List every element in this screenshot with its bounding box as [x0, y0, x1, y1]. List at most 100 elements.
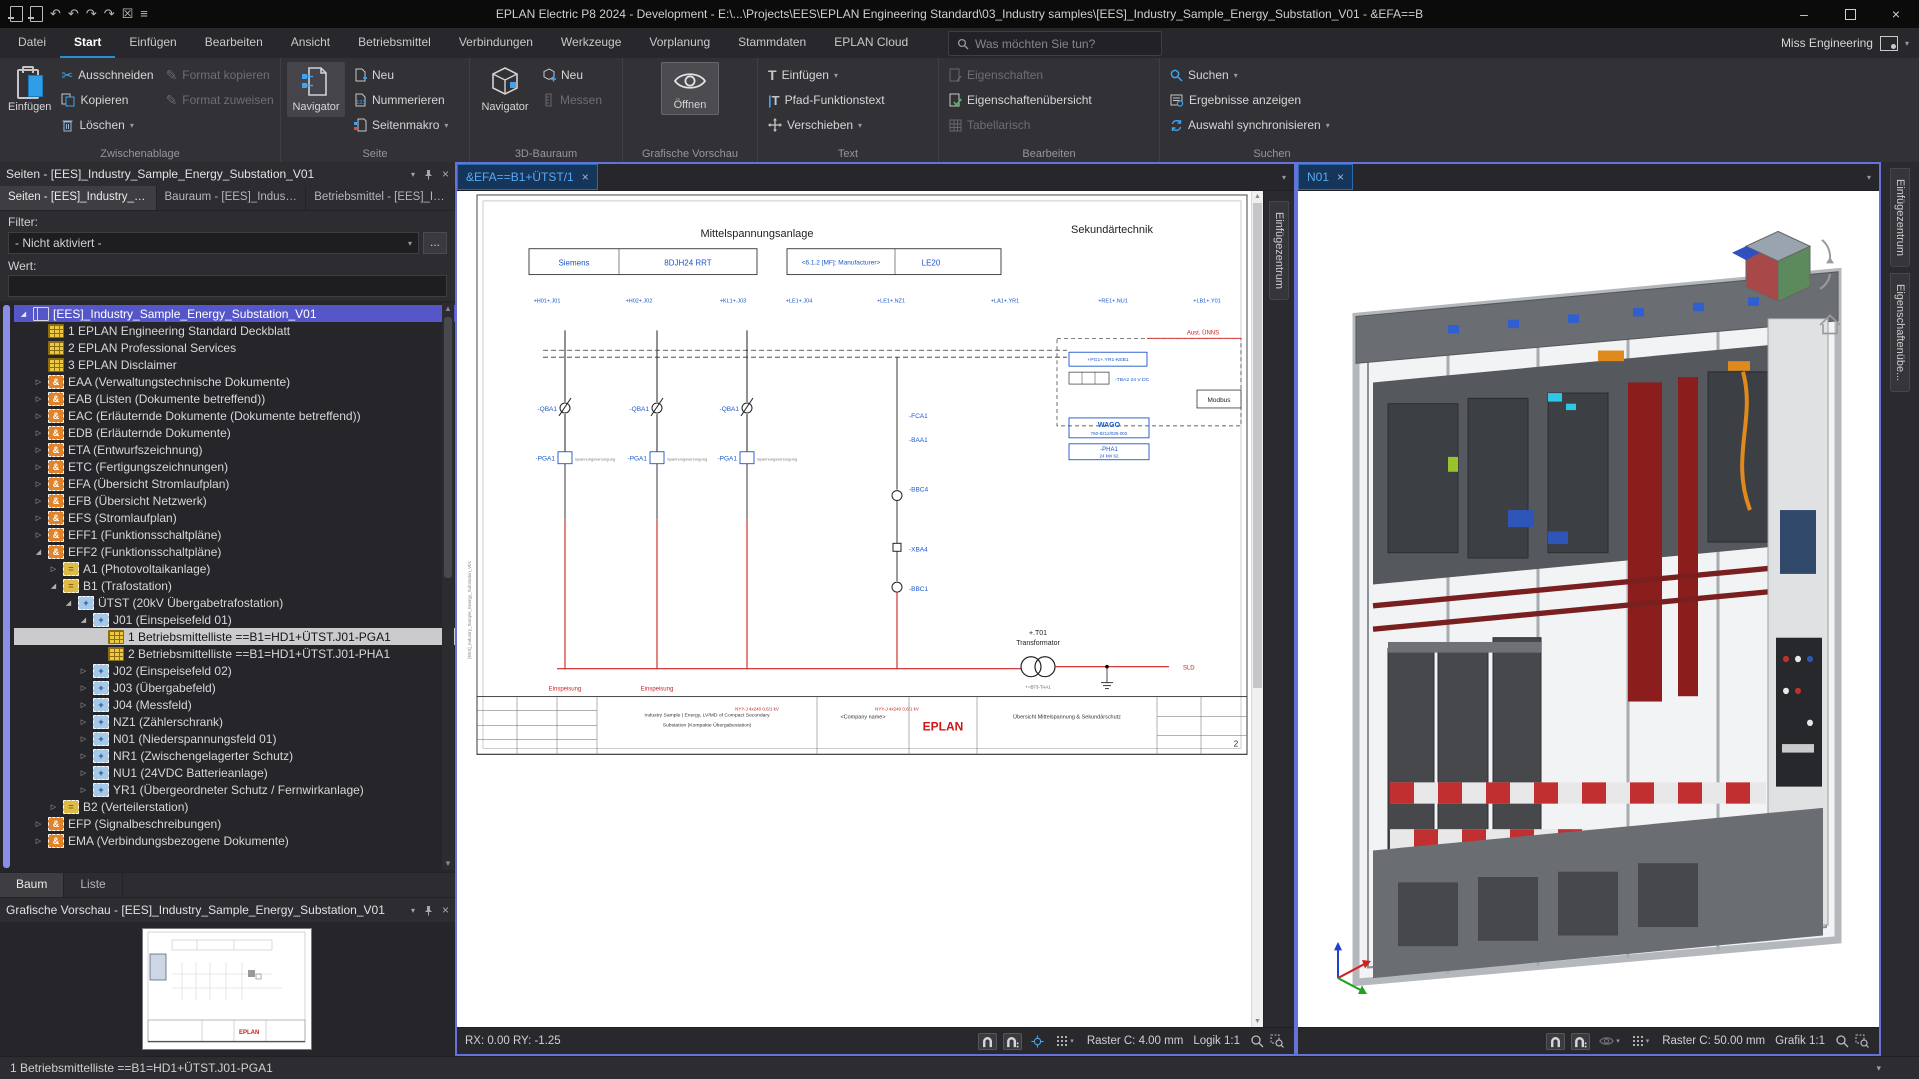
expand-arrow-icon[interactable]: ▷	[78, 752, 89, 760]
expand-arrow-icon[interactable]: ▷	[78, 735, 89, 743]
layout-space-new-button[interactable]: Neu	[538, 64, 606, 86]
properties-button[interactable]: Eigenschaften	[945, 64, 1096, 86]
ribbon-tab-verbindungen[interactable]: Verbindungen	[445, 28, 547, 58]
tab-list-chevron-icon[interactable]: ▾	[1274, 173, 1294, 182]
scroll-up-icon[interactable]: ▲	[442, 303, 454, 315]
expand-arrow-icon[interactable]: ◢	[78, 616, 89, 624]
tree-item[interactable]: ▷&EAC (Erläuternde Dokumente (Dokumente …	[14, 407, 455, 424]
tree-item[interactable]: ▷&ETC (Fertigungszeichnungen)	[14, 458, 455, 475]
expand-arrow-icon[interactable]: ▷	[48, 565, 59, 573]
expand-arrow-icon[interactable]: ▷	[78, 786, 89, 794]
panel-menu-icon[interactable]: ▾	[411, 170, 415, 179]
tree-item[interactable]: ▷+J04 (Messfeld)	[14, 696, 455, 713]
tree-item[interactable]: ▷&EFS (Stromlaufplan)	[14, 509, 455, 526]
tree-item[interactable]: ▷=A1 (Photovoltaikanlage)	[14, 560, 455, 577]
tree-item[interactable]: ◢=B1 (Trafostation)	[14, 577, 455, 594]
object-snap-button[interactable]	[1571, 1033, 1590, 1050]
panel-menu-icon[interactable]: ▾	[411, 906, 415, 915]
ribbon-tab-start[interactable]: Start	[60, 28, 115, 58]
close-project-icon[interactable]: ☒	[122, 6, 134, 22]
undo-icon[interactable]: ↶	[50, 6, 61, 22]
tree-item[interactable]: ▷&EFP (Signalbeschreibungen)	[14, 815, 455, 832]
expand-arrow-icon[interactable]: ▷	[33, 378, 44, 386]
expand-arrow-icon[interactable]: ▷	[33, 531, 44, 539]
search-box[interactable]: Was möchten Sie tun?	[948, 31, 1162, 56]
statusbar-chevron-icon[interactable]: ▾	[1876, 1063, 1881, 1074]
tab-close-icon[interactable]: ×	[1337, 170, 1344, 184]
tree-item[interactable]: ▷+NU1 (24VDC Batterieanlage)	[14, 764, 455, 781]
ribbon-tab-vorplanung[interactable]: Vorplanung	[635, 28, 724, 58]
tree-item[interactable]: ▷&EAB (Listen (Dokumente betreffend))	[14, 390, 455, 407]
page-number-button[interactable]: 123 Nummerieren	[349, 89, 452, 111]
tree-item[interactable]: ▷&EFB (Übersicht Netzwerk)	[14, 492, 455, 509]
properties-edge-tab[interactable]: Eigenschaftenübe...	[1890, 273, 1910, 392]
expand-arrow-icon[interactable]: ▷	[33, 446, 44, 454]
insert-center-edge-tab[interactable]: Einfügezentrum	[1890, 168, 1910, 267]
tree-item[interactable]: ▷&EFA (Übersicht Stromlaufplan)	[14, 475, 455, 492]
tree-item[interactable]: ◢+J01 (Einspeisefeld 01)	[14, 611, 455, 628]
expand-arrow-icon[interactable]: ▷	[33, 837, 44, 845]
expand-arrow-icon[interactable]: ◢	[18, 310, 29, 318]
pages-panel-header[interactable]: Seiten - [EES]_Industry_Sample_Energy_Su…	[0, 162, 455, 186]
delete-button[interactable]: Löschen ▾	[57, 114, 157, 136]
ribbon-tab-ansicht[interactable]: Ansicht	[277, 28, 344, 58]
new-page-icon[interactable]	[10, 6, 23, 22]
expand-arrow-icon[interactable]: ▷	[78, 684, 89, 692]
tree-focus-scrollbar[interactable]	[3, 305, 10, 868]
tab-list-chevron-icon[interactable]: ▾	[1859, 173, 1879, 182]
preview-panel-header[interactable]: Grafische Vorschau - [EES]_Industry_Samp…	[0, 897, 455, 922]
redo-icon[interactable]: ↷	[86, 6, 97, 22]
canvas-vertical-scrollbar[interactable]: ▲ ▼	[1251, 191, 1263, 1027]
zoom-window-icon[interactable]	[1855, 1034, 1869, 1048]
expand-arrow-icon[interactable]: ▷	[33, 480, 44, 488]
tabular-button[interactable]: Tabellarisch	[945, 114, 1096, 136]
expand-arrow-icon[interactable]: ▷	[78, 667, 89, 675]
grid-button[interactable]: ▾	[1629, 1033, 1653, 1049]
tree-item[interactable]: 1 Betriebsmittelliste ==B1=HD1+ÜTST.J01-…	[14, 628, 455, 645]
visibility-button[interactable]: ▾	[1596, 1033, 1623, 1049]
expand-arrow-icon[interactable]: ◢	[63, 599, 74, 607]
snap-button[interactable]	[1546, 1033, 1565, 1050]
navigator-tab[interactable]: Betriebsmittel - [EES]_Ind...	[306, 186, 455, 210]
grid-button[interactable]: ▾	[1053, 1033, 1077, 1049]
tree-item[interactable]: ▷+NR1 (Zwischengelagerter Schutz)	[14, 747, 455, 764]
navigator-tab[interactable]: Seiten - [EES]_Industry_Sa...	[0, 186, 157, 210]
user-menu[interactable]: Miss Engineering ▾	[1781, 28, 1909, 58]
tree-item[interactable]: 2 EPLAN Professional Services	[14, 339, 455, 356]
properties-overview-button[interactable]: Eigenschaftenübersicht	[945, 89, 1096, 111]
tree-item[interactable]: ▷&EDB (Erläuternde Dokumente)	[14, 424, 455, 441]
expand-arrow-icon[interactable]: ▷	[78, 769, 89, 777]
measure-button[interactable]: Messen	[538, 89, 606, 111]
ribbon-tab-eplan-cloud[interactable]: EPLAN Cloud	[820, 28, 922, 58]
format-copy-button[interactable]: ✎ Format kopieren	[162, 64, 278, 86]
ribbon-tab-bearbeiten[interactable]: Bearbeiten	[191, 28, 277, 58]
tree-item[interactable]: ▷&ETA (Entwurfszeichnung)	[14, 441, 455, 458]
cut-button[interactable]: ✂ Ausschneiden	[57, 64, 157, 86]
tree-item[interactable]: ▷=B2 (Verteilerstation)	[14, 798, 455, 815]
expand-arrow-icon[interactable]: ▷	[33, 412, 44, 420]
search-button[interactable]: Suchen ▾	[1166, 64, 1334, 86]
pin-icon[interactable]	[423, 169, 434, 180]
object-snap-button[interactable]	[1003, 1033, 1022, 1050]
expand-arrow-icon[interactable]: ▷	[33, 497, 44, 505]
text-insert-button[interactable]: T Einfügen ▾	[764, 64, 889, 86]
tree-item[interactable]: 1 EPLAN Engineering Standard Deckblatt	[14, 322, 455, 339]
tree-item[interactable]: ▷+YR1 (Übergeordneter Schutz / Fernwirka…	[14, 781, 455, 798]
close-button[interactable]: ×	[1873, 0, 1919, 28]
pin-icon[interactable]	[423, 905, 434, 916]
show-results-button[interactable]: Ergebnisse anzeigen	[1166, 89, 1334, 111]
schematic-doc-tab[interactable]: &EFA==B1+ÜTST/1 ×	[457, 164, 598, 190]
view-tab-liste[interactable]: Liste	[64, 873, 122, 897]
copy-button[interactable]: Kopieren	[57, 89, 157, 111]
navigator-tab[interactable]: Bauraum - [EES]_Industry...	[157, 186, 307, 210]
expand-arrow-icon[interactable]: ▷	[33, 820, 44, 828]
path-function-text-button[interactable]: |T Pfad-Funktionstext	[764, 89, 889, 111]
expand-arrow-icon[interactable]: ▷	[33, 395, 44, 403]
tree-item[interactable]: 3 EPLAN Disclaimer	[14, 356, 455, 373]
tree-item[interactable]: ▷+J03 (Übergabefeld)	[14, 679, 455, 696]
insert-center-tab[interactable]: Einfügezentrum	[1269, 201, 1289, 300]
maximize-button[interactable]	[1827, 0, 1873, 28]
expand-arrow-icon[interactable]: ◢	[48, 582, 59, 590]
scrollbar-thumb[interactable]	[1253, 203, 1262, 688]
page-new-button[interactable]: Neu	[349, 64, 452, 86]
